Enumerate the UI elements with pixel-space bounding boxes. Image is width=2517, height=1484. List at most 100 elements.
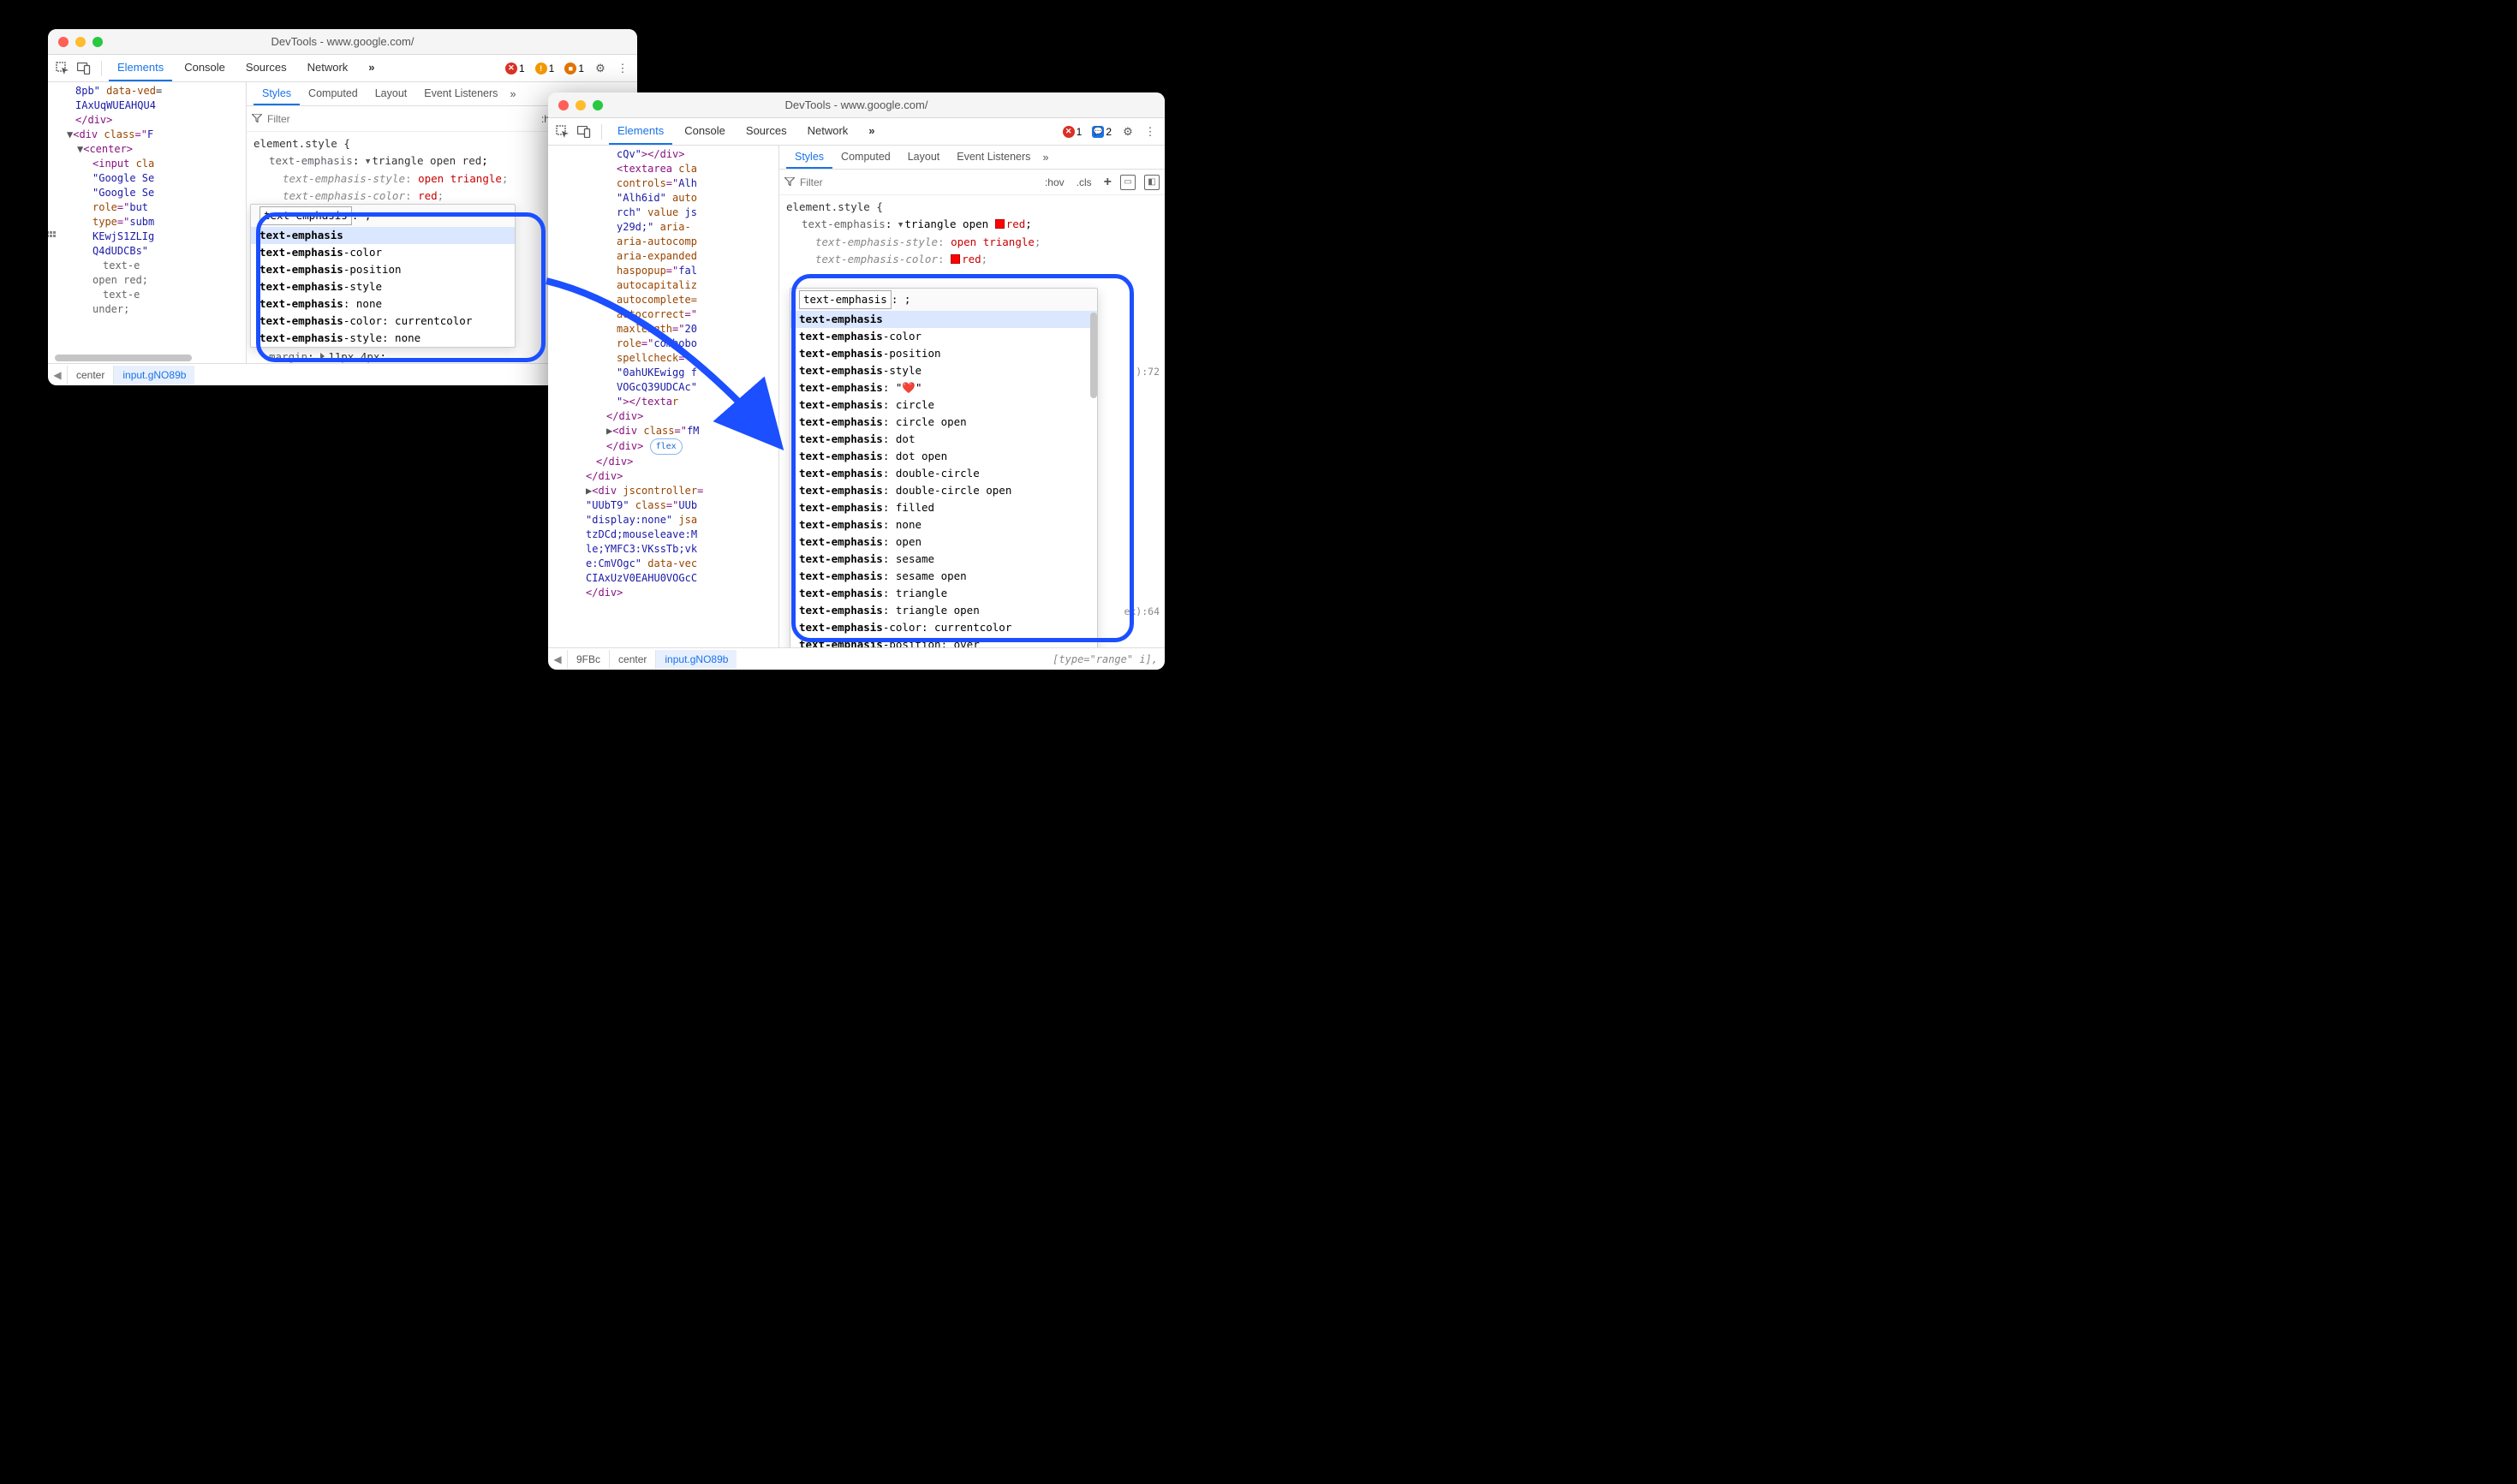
autocomplete-item[interactable]: text-emphasis-color	[790, 328, 1097, 345]
filter-icon	[252, 113, 262, 125]
autocomplete-item[interactable]: text-emphasis-color	[251, 244, 515, 261]
new-rule-icon[interactable]: +	[1100, 173, 1115, 192]
crumb-prev-icon[interactable]: ◀	[548, 653, 567, 665]
more-subtabs-button[interactable]: »	[506, 88, 519, 100]
user-agent-note: [type="range" i],	[1046, 652, 1165, 667]
autocomplete-item[interactable]: text-emphasis: none	[251, 295, 515, 313]
errors-badge[interactable]: ✕1	[505, 63, 525, 74]
tab-sources[interactable]: Sources	[237, 55, 295, 81]
tab-network[interactable]: Network	[299, 55, 357, 81]
autocomplete-item[interactable]: text-emphasis: dot open	[790, 448, 1097, 465]
sidebar-toggle-icon[interactable]: ◧	[1144, 175, 1160, 190]
cls-button[interactable]: .cls	[1073, 175, 1095, 190]
errors-badge[interactable]: ✕1	[1063, 126, 1083, 138]
subtab-computed[interactable]: Computed	[832, 146, 899, 169]
warnings-badge[interactable]: !1	[535, 63, 555, 74]
tab-elements[interactable]: Elements	[609, 118, 672, 145]
subtab-event-listeners[interactable]: Event Listeners	[415, 82, 506, 105]
autocomplete-item[interactable]: text-emphasis-style: none	[251, 330, 515, 347]
kebab-icon[interactable]: ⋮	[613, 59, 632, 78]
crumb-prev-icon[interactable]: ◀	[48, 369, 67, 381]
main-toolbar: Elements Console Sources Network » ✕1 💬2…	[548, 118, 1165, 146]
zoom-icon[interactable]	[92, 37, 103, 47]
autocomplete-item[interactable]: text-emphasis: sesame open	[790, 568, 1097, 585]
autocomplete-item[interactable]: text-emphasis: double-circle	[790, 465, 1097, 482]
autocomplete-item[interactable]: text-emphasis: open	[790, 533, 1097, 551]
css-property-input[interactable]: text-emphasis	[259, 206, 352, 225]
close-icon[interactable]	[558, 100, 569, 110]
autocomplete-item[interactable]: text-emphasis-position	[251, 261, 515, 278]
autocomplete-item[interactable]: text-emphasis: filled	[790, 499, 1097, 516]
inspect-icon[interactable]	[553, 122, 572, 141]
selector-element-style: element.style {	[786, 199, 1158, 216]
more-tabs-button[interactable]: »	[860, 118, 883, 145]
rule-location[interactable]: ex):64	[1124, 603, 1160, 620]
tab-network[interactable]: Network	[799, 118, 857, 145]
subtab-layout[interactable]: Layout	[367, 82, 416, 105]
filter-bar: :hov .cls + ▭ ◧	[779, 170, 1165, 195]
autocomplete-item[interactable]: text-emphasis-color: currentcolor	[790, 619, 1097, 636]
minimize-icon[interactable]	[576, 100, 586, 110]
tab-console[interactable]: Console	[676, 118, 734, 145]
autocomplete-item[interactable]: text-emphasis: sesame	[790, 551, 1097, 568]
crumb-input[interactable]: input.gNO89b	[655, 650, 737, 669]
minimize-icon[interactable]	[75, 37, 86, 47]
autocomplete-item[interactable]: text-emphasis-style	[251, 278, 515, 295]
dragger-icon[interactable]	[48, 231, 58, 237]
settings-icon[interactable]: ⚙	[1118, 122, 1137, 141]
autocomplete-item[interactable]: text-emphasis: triangle	[790, 585, 1097, 602]
autocomplete-item[interactable]: text-emphasis: circle	[790, 396, 1097, 414]
zoom-icon[interactable]	[593, 100, 603, 110]
crumb-9fbc[interactable]: 9FBc	[567, 650, 609, 669]
subtab-event-listeners[interactable]: Event Listeners	[948, 146, 1039, 169]
annotation-arrow	[540, 274, 805, 471]
crumb-center[interactable]: center	[67, 366, 113, 384]
autocomplete-item[interactable]: text-emphasis: none	[790, 516, 1097, 533]
autocomplete-item[interactable]: text-emphasis: triangle open	[790, 602, 1097, 619]
subtab-computed[interactable]: Computed	[300, 82, 367, 105]
device-toolbar-icon[interactable]	[576, 122, 594, 141]
autocomplete-item[interactable]: text-emphasis: dot	[790, 431, 1097, 448]
computed-toggle-icon[interactable]: ▭	[1120, 175, 1136, 190]
tab-elements[interactable]: Elements	[109, 55, 172, 81]
dom-tree[interactable]: 8pb" data-ved= IAxUqWUEAHQU4 </div> ▼<di…	[48, 82, 247, 363]
v-scrollbar[interactable]	[1090, 313, 1097, 398]
more-subtabs-button[interactable]: »	[1039, 152, 1052, 164]
inspect-icon[interactable]	[53, 59, 72, 78]
crumb-input[interactable]: input.gNO89b	[113, 366, 194, 384]
filter-input[interactable]	[800, 176, 1036, 188]
filter-input[interactable]	[267, 113, 533, 125]
autocomplete-item[interactable]: text-emphasis-color: currentcolor	[251, 313, 515, 330]
messages-badge[interactable]: 💬2	[1092, 126, 1112, 138]
more-tabs-button[interactable]: »	[360, 55, 383, 81]
titlebar: DevTools - www.google.com/	[548, 92, 1165, 118]
subtab-styles[interactable]: Styles	[786, 146, 832, 169]
crumb-center[interactable]: center	[609, 650, 655, 669]
autocomplete-item[interactable]: text-emphasis: "❤️"	[790, 379, 1097, 396]
autocomplete-item[interactable]: text-emphasis-style	[790, 362, 1097, 379]
subtab-layout[interactable]: Layout	[899, 146, 949, 169]
styles-rules[interactable]: element.style { text-emphasis: ▼triangle…	[779, 195, 1165, 647]
autocomplete-item[interactable]: text-emphasis	[790, 311, 1097, 328]
hov-button[interactable]: :hov	[1041, 175, 1068, 190]
close-icon[interactable]	[58, 37, 69, 47]
autocomplete-list-1: text-emphasistext-emphasis-colortext-emp…	[251, 227, 515, 347]
css-property-input[interactable]: text-emphasis	[799, 290, 892, 309]
device-toolbar-icon[interactable]	[75, 59, 94, 78]
tab-sources[interactable]: Sources	[737, 118, 796, 145]
autocomplete-item[interactable]: text-emphasis-position: over	[790, 636, 1097, 647]
kebab-icon[interactable]: ⋮	[1141, 122, 1160, 141]
rule-location[interactable]: ):72	[1136, 363, 1160, 380]
autocomplete-item[interactable]: text-emphasis: circle open	[790, 414, 1097, 431]
h-scrollbar[interactable]	[55, 355, 192, 361]
styles-pane: Styles Computed Layout Event Listeners »…	[779, 146, 1165, 647]
autocomplete-item[interactable]: text-emphasis-position	[790, 345, 1097, 362]
issues-badge[interactable]: ■1	[564, 63, 584, 74]
tab-console[interactable]: Console	[176, 55, 234, 81]
autocomplete-item[interactable]: text-emphasis: double-circle open	[790, 482, 1097, 499]
autocomplete-item[interactable]: text-emphasis	[251, 227, 515, 244]
autocomplete-popup: text-emphasis: ; text-emphasistext-empha…	[250, 204, 516, 348]
subtab-styles[interactable]: Styles	[253, 82, 300, 105]
settings-icon[interactable]: ⚙	[591, 59, 610, 78]
traffic-lights	[58, 37, 103, 47]
